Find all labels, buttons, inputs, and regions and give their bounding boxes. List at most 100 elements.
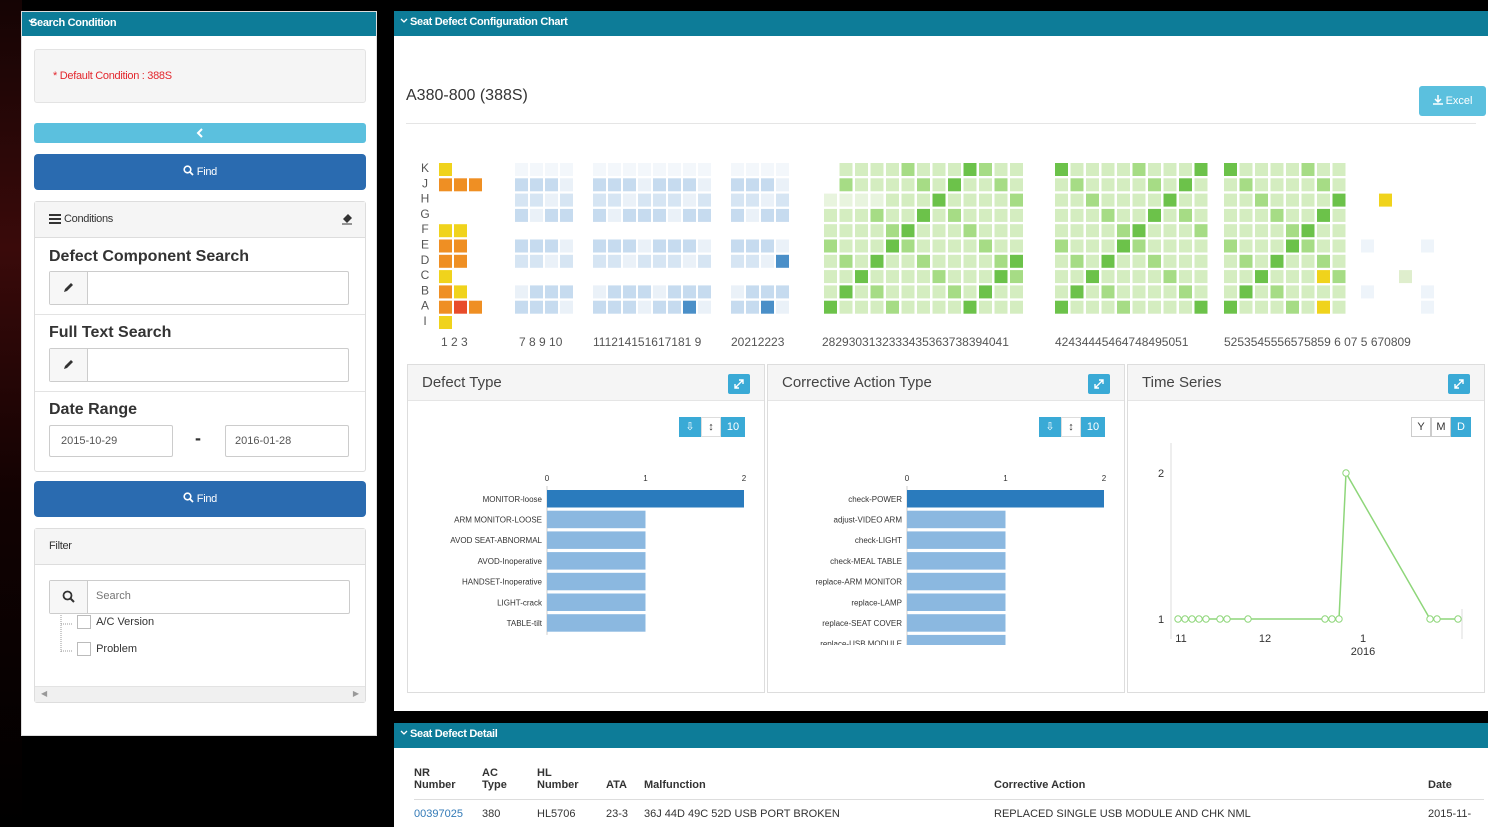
seat-cell[interactable] xyxy=(1317,239,1330,253)
seat-cell[interactable] xyxy=(1179,300,1192,314)
seat-cell[interactable] xyxy=(855,163,868,176)
seat-cell[interactable] xyxy=(1070,193,1084,207)
seat-cell[interactable] xyxy=(530,208,543,222)
seat-cell[interactable] xyxy=(994,300,1008,314)
seat-cell[interactable] xyxy=(1148,254,1161,268)
seat-cell[interactable] xyxy=(994,285,1008,299)
seat-cell[interactable] xyxy=(454,178,467,192)
seat-cell[interactable] xyxy=(855,300,868,314)
seat-cell[interactable] xyxy=(1163,178,1177,192)
seat-cell[interactable] xyxy=(1163,285,1177,299)
seat-cell[interactable] xyxy=(731,163,744,176)
seat-cell[interactable] xyxy=(1163,300,1177,314)
seat-cell[interactable] xyxy=(454,300,467,314)
seat-cell[interactable] xyxy=(886,178,899,192)
col-nr[interactable]: NR Number xyxy=(414,767,482,800)
seat-cell[interactable] xyxy=(1270,270,1284,284)
seat-cell[interactable] xyxy=(683,193,696,207)
seat-cell[interactable] xyxy=(870,208,884,222)
seat-cell[interactable] xyxy=(1101,254,1115,268)
seat-cell[interactable] xyxy=(1101,270,1115,284)
seat-cell[interactable] xyxy=(963,300,977,314)
seat-cell[interactable] xyxy=(1224,163,1237,176)
seat-cell[interactable] xyxy=(593,254,606,268)
seat-cell[interactable] xyxy=(1086,300,1099,314)
seat-cell[interactable] xyxy=(623,193,636,207)
data-point[interactable] xyxy=(1342,469,1350,477)
seat-cell[interactable] xyxy=(1224,285,1237,299)
seat-cell[interactable] xyxy=(515,193,528,207)
seat-cell[interactable] xyxy=(623,178,636,192)
seat-cell[interactable] xyxy=(1117,224,1130,238)
seat-cell[interactable] xyxy=(761,285,774,299)
seat-cell[interactable] xyxy=(1070,178,1084,192)
seat-cell[interactable] xyxy=(530,178,543,192)
tree-item-problem[interactable]: Problem xyxy=(77,642,137,656)
seat-cell[interactable] xyxy=(1239,224,1253,238)
seat-cell[interactable] xyxy=(1148,178,1161,192)
seat-cell[interactable] xyxy=(1332,254,1346,268)
bar[interactable] xyxy=(907,572,1006,591)
seat-cell[interactable] xyxy=(1179,163,1192,176)
collapse-bar[interactable] xyxy=(34,123,366,143)
seat-cell[interactable] xyxy=(593,285,606,299)
seat-cell[interactable] xyxy=(653,254,666,268)
seat-cell[interactable] xyxy=(855,270,868,284)
seat-cell[interactable] xyxy=(839,270,853,284)
seat-cell[interactable] xyxy=(515,178,528,192)
filter-search-input[interactable] xyxy=(96,581,336,611)
seat-cell[interactable] xyxy=(1148,239,1161,253)
seat-cell[interactable] xyxy=(886,239,899,253)
seat-cell[interactable] xyxy=(454,254,467,268)
seat-cell[interactable] xyxy=(994,193,1008,207)
seat-cell[interactable] xyxy=(886,208,899,222)
seat-cell[interactable] xyxy=(1332,300,1346,314)
seat-cell[interactable] xyxy=(1317,285,1330,299)
seat-cell[interactable] xyxy=(593,208,606,222)
data-point[interactable] xyxy=(1202,615,1210,623)
seat-cell[interactable] xyxy=(593,239,606,253)
find-button[interactable]: Find xyxy=(34,154,366,190)
seat-cell[interactable] xyxy=(948,178,961,192)
seat-cell[interactable] xyxy=(948,208,961,222)
seat-cell[interactable] xyxy=(886,224,899,238)
top-count-button[interactable]: 10 xyxy=(721,417,745,437)
search-condition-header[interactable]: Search Condition xyxy=(22,12,376,36)
seat-cell[interactable] xyxy=(776,163,789,176)
seat-cell[interactable] xyxy=(1010,239,1023,253)
seat-cell[interactable] xyxy=(1194,270,1208,284)
seat-cell[interactable] xyxy=(560,254,573,268)
seat-cell[interactable] xyxy=(1194,254,1208,268)
seat-cell[interactable] xyxy=(1101,285,1115,299)
data-point[interactable] xyxy=(1426,615,1434,623)
seat-cell[interactable] xyxy=(530,239,543,253)
seat-cell[interactable] xyxy=(1163,193,1177,207)
seat-cell[interactable] xyxy=(1132,300,1146,314)
seat-cell[interactable] xyxy=(731,254,744,268)
seat-cell[interactable] xyxy=(761,193,774,207)
bar[interactable] xyxy=(547,510,646,529)
seat-cell[interactable] xyxy=(746,239,759,253)
bar[interactable] xyxy=(907,552,1006,570)
seat-cell[interactable] xyxy=(1255,300,1268,314)
seat-cell[interactable] xyxy=(1332,224,1346,238)
seat-cell[interactable] xyxy=(761,300,774,314)
seat-cell[interactable] xyxy=(746,178,759,192)
seat-cell[interactable] xyxy=(901,254,915,268)
seat-cell[interactable] xyxy=(515,163,528,176)
seat-cell[interactable] xyxy=(1301,285,1315,299)
seat-cell[interactable] xyxy=(932,208,946,222)
seat-cell[interactable] xyxy=(1239,270,1253,284)
seat-cell[interactable] xyxy=(1421,285,1434,299)
seat-cell[interactable] xyxy=(1055,254,1068,268)
seat-cell[interactable] xyxy=(1317,193,1330,207)
seat-cell[interactable] xyxy=(1286,285,1299,299)
seat-cell[interactable] xyxy=(608,208,621,222)
bar[interactable] xyxy=(907,510,1006,529)
seat-cell[interactable] xyxy=(608,163,621,176)
seat-cell[interactable] xyxy=(653,178,666,192)
seat-cell[interactable] xyxy=(917,208,930,222)
seat-cell[interactable] xyxy=(870,270,884,284)
seat-cell[interactable] xyxy=(668,239,681,253)
seat-cell[interactable] xyxy=(1055,193,1068,207)
